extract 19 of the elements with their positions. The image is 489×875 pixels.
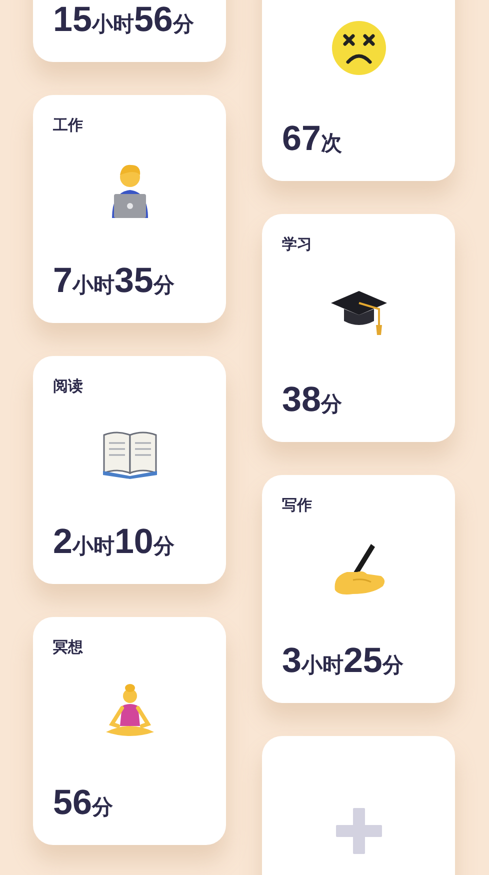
duration-value: 56分 (53, 782, 114, 824)
duration-value: 2小时10分 (53, 521, 176, 563)
duration-value: 67次 (282, 118, 343, 160)
card-label: 阅读 (53, 377, 83, 395)
card-label: 工作 (53, 116, 83, 134)
stat-card[interactable]: 阅读 2小时10分 (33, 356, 226, 584)
duration-value: 15小时56分 (53, 0, 195, 41)
stat-card[interactable]: 工作 7小时35分 (33, 95, 226, 323)
card-label: 冥想 (53, 638, 83, 656)
stat-card[interactable]: 冥想 56分 (33, 617, 226, 845)
stat-card[interactable]: 15小时56分 (33, 0, 226, 62)
duration-value: 3小时25分 (282, 640, 404, 682)
stat-card[interactable]: 67次 (262, 0, 455, 181)
card-label: 写作 (282, 496, 312, 514)
card-label: 学习 (282, 235, 312, 253)
stat-card[interactable]: 学习 38分 (262, 214, 455, 442)
stat-card[interactable]: 写作 3小时25分 (262, 475, 455, 703)
duration-value: 7小时35分 (53, 260, 176, 302)
duration-value: 38分 (282, 379, 343, 421)
